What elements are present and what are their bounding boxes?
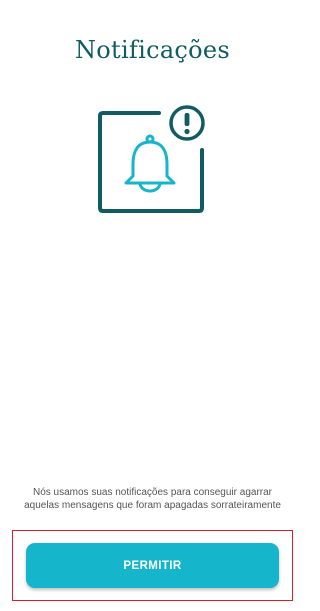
exclamation-icon bbox=[169, 105, 205, 141]
bell-icon bbox=[124, 134, 176, 193]
permit-button[interactable]: PERMITIR bbox=[26, 543, 279, 588]
permission-description: Nós usamos suas notificações para conseg… bbox=[24, 487, 281, 511]
notification-illustration bbox=[98, 105, 205, 213]
page-title: Notificações bbox=[74, 36, 231, 64]
